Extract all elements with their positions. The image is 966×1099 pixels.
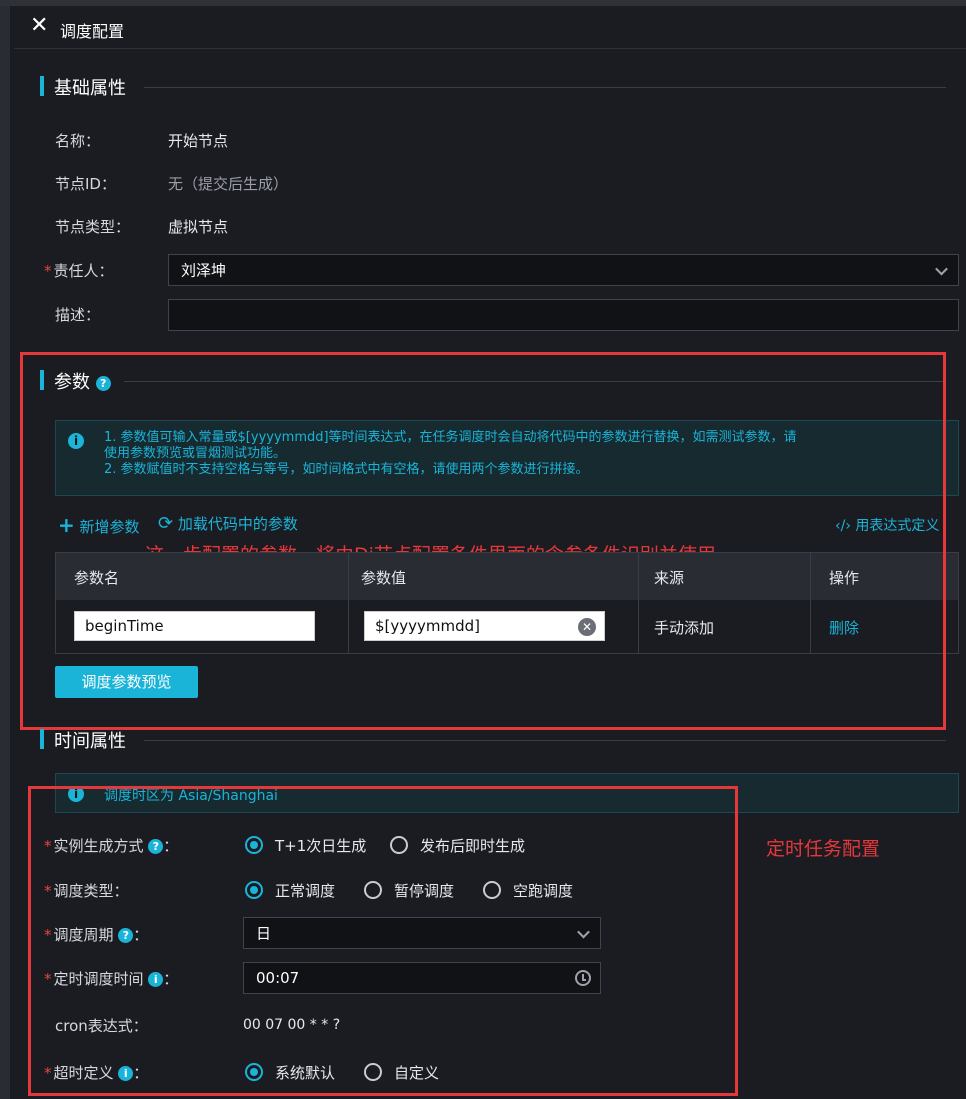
owner-label: * 责任人： xyxy=(44,262,114,280)
owner-select[interactable]: 刘泽坤 xyxy=(168,254,959,286)
node-type-label: 节点类型： xyxy=(55,218,131,236)
description-label: 描述： xyxy=(55,306,101,324)
section-time-header: 时间属性 xyxy=(40,727,966,753)
time-annotation: 定时任务配置 xyxy=(766,838,881,860)
section-basic-title: 基础属性 xyxy=(54,78,126,99)
section-basic-header: 基础属性 xyxy=(40,74,966,100)
name-value: 开始节点 xyxy=(168,132,229,150)
description-input[interactable] xyxy=(168,299,959,331)
name-label: 名称： xyxy=(55,132,101,150)
time-highlight-box xyxy=(28,786,738,1096)
params-highlight-box xyxy=(20,352,946,730)
panel-title: 调度配置 xyxy=(60,22,125,41)
node-id-label: 节点ID： xyxy=(55,175,116,193)
owner-value: 刘泽坤 xyxy=(181,261,227,280)
chevron-down-icon xyxy=(935,262,948,276)
node-id-value: 无（提交后生成） xyxy=(168,175,289,193)
section-time-title: 时间属性 xyxy=(54,731,126,752)
left-edge-bar xyxy=(0,0,10,1099)
close-icon[interactable]: ✕ xyxy=(30,15,48,37)
node-type-value: 虚拟节点 xyxy=(168,218,229,236)
panel-header xyxy=(14,6,966,49)
